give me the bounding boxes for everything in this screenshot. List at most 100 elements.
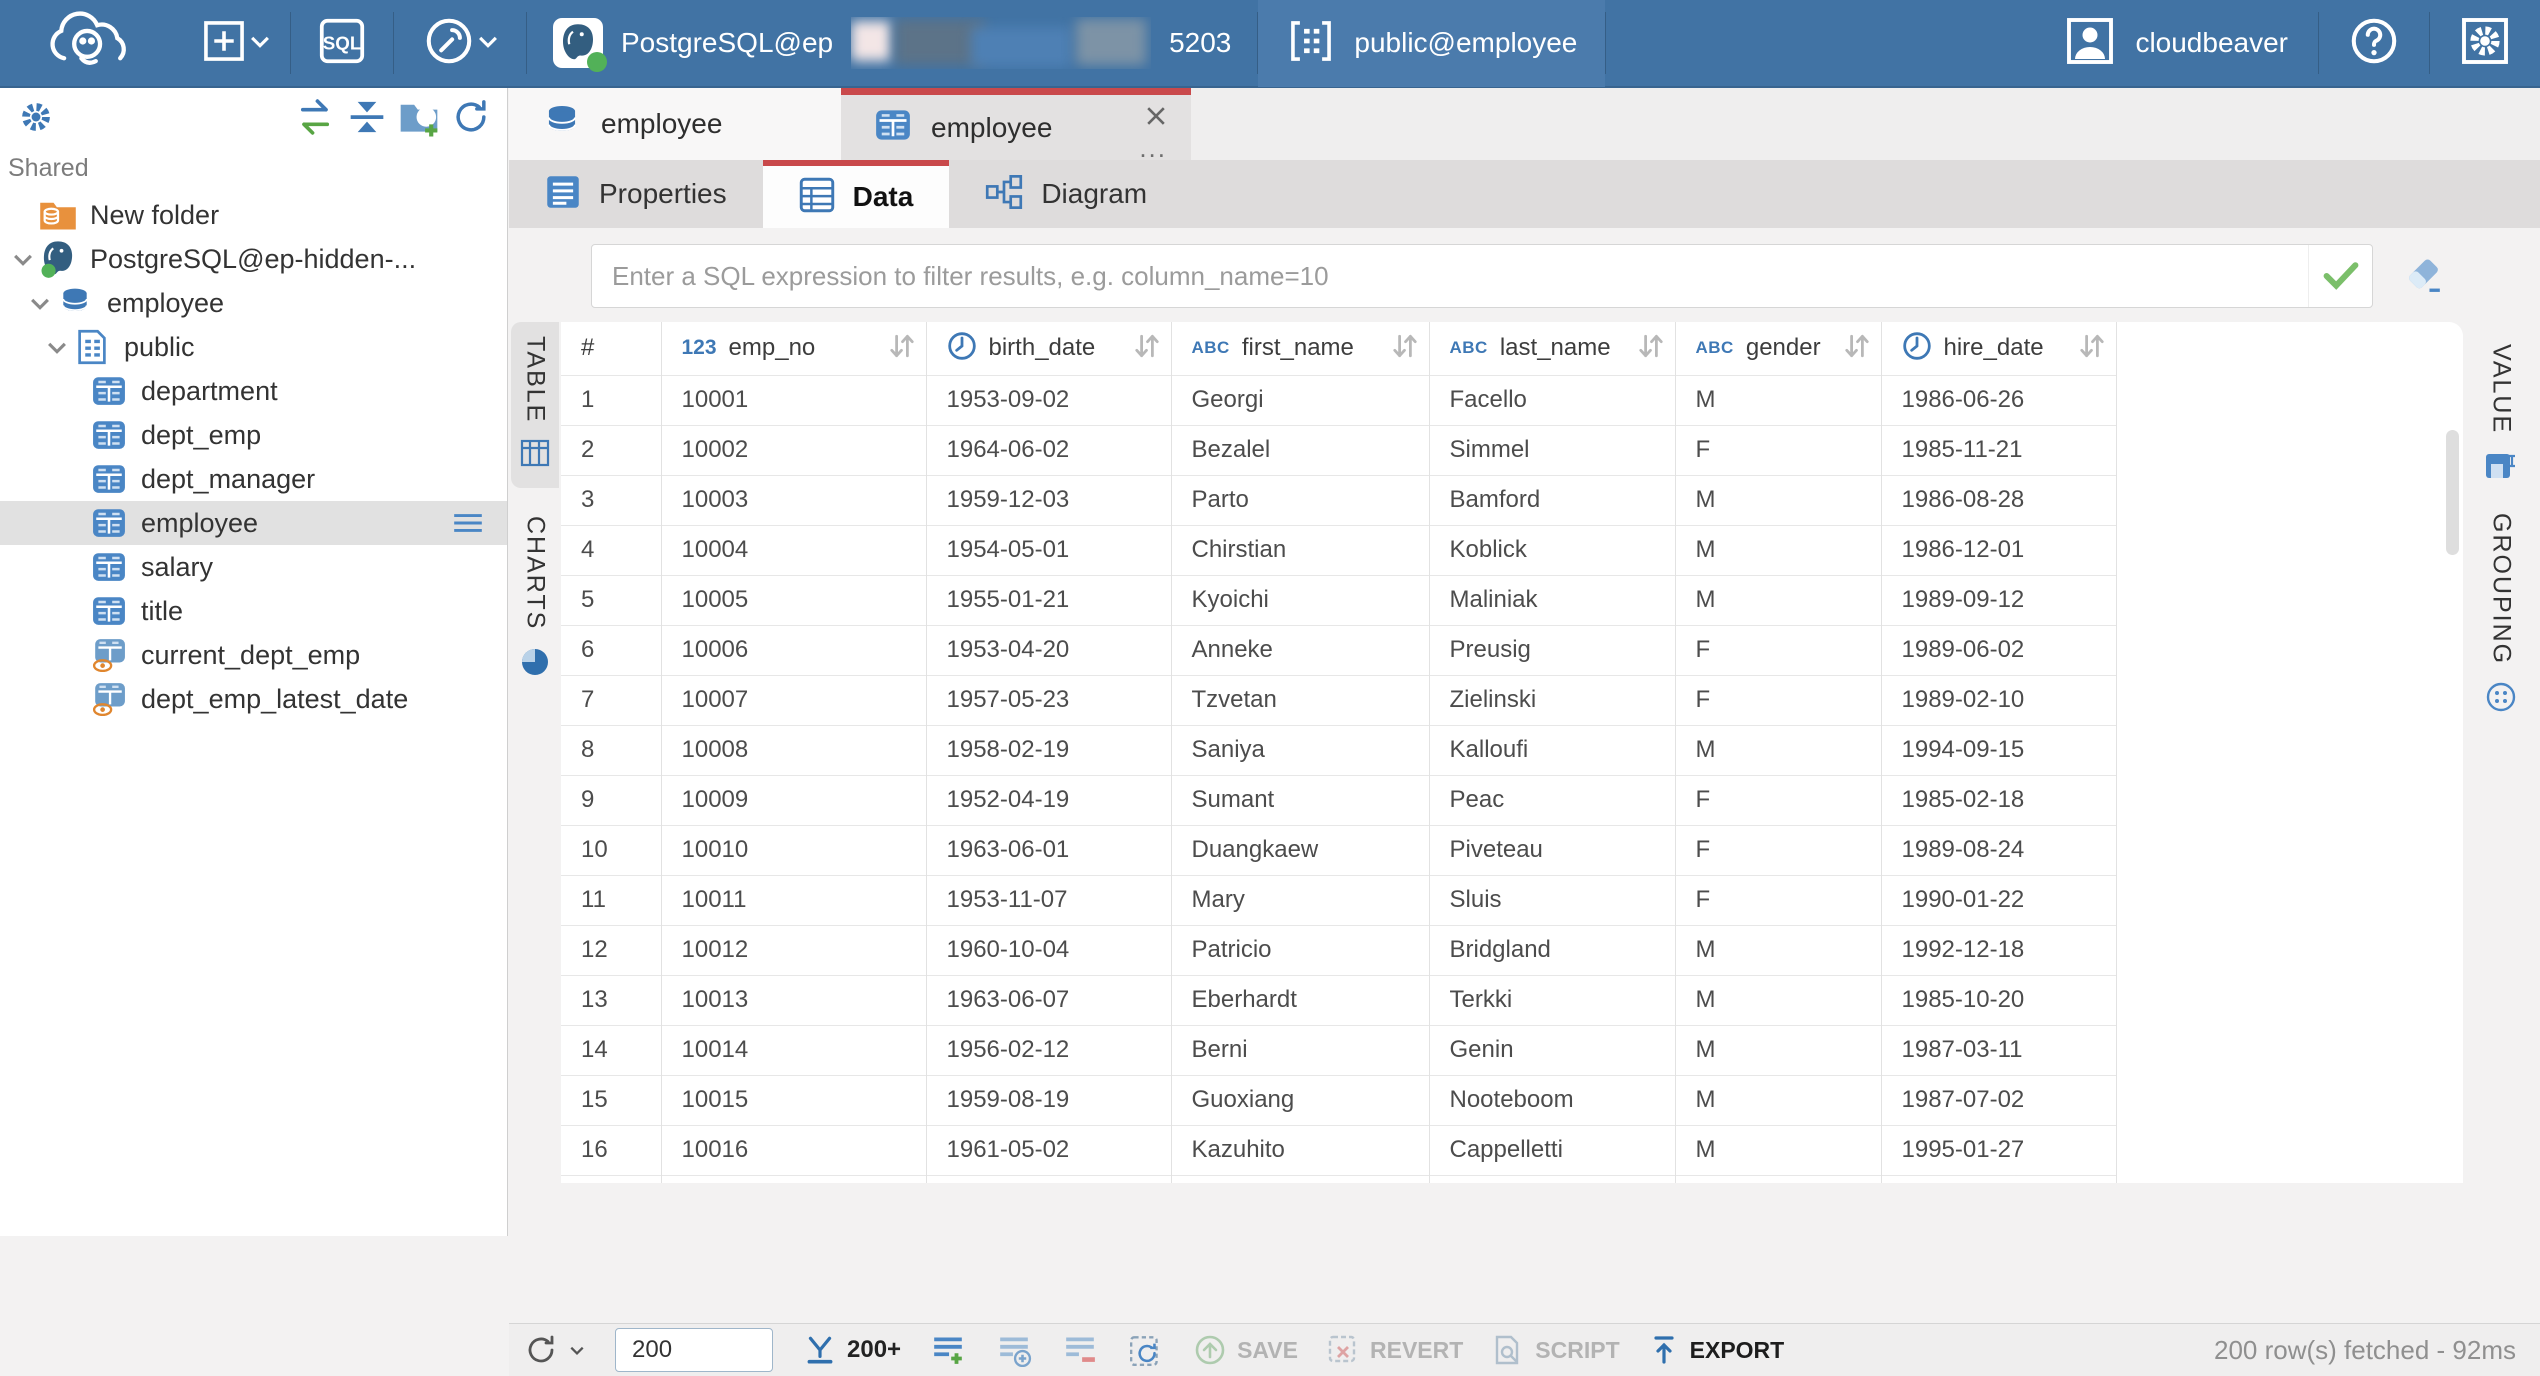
tree-item-salary[interactable]: salary: [0, 545, 507, 589]
cell-hire_date[interactable]: 1989-06-02: [1881, 625, 2116, 675]
cell-first_name[interactable]: Anneke: [1171, 625, 1429, 675]
cell-last_name[interactable]: Zielinski: [1429, 675, 1675, 725]
cell-last_name[interactable]: Bamford: [1429, 475, 1675, 525]
cell-index[interactable]: 11: [561, 875, 661, 925]
cell-index[interactable]: 12: [561, 925, 661, 975]
grid-scrollbar[interactable]: [2446, 430, 2459, 555]
sort-icon[interactable]: [1133, 333, 1161, 364]
cell-emp_no[interactable]: 10002: [661, 425, 926, 475]
tab-employee-connection[interactable]: employee: [509, 88, 841, 160]
expand-chevron-icon[interactable]: [42, 332, 72, 362]
cell-first_name[interactable]: Patricio: [1171, 925, 1429, 975]
cell-first_name[interactable]: Duangkaew: [1171, 825, 1429, 875]
cell-last_name[interactable]: Sluis: [1429, 875, 1675, 925]
cell-index[interactable]: 1: [561, 375, 661, 425]
revert-button[interactable]: REVERT: [1312, 1324, 1477, 1376]
cell-gender[interactable]: F: [1675, 625, 1881, 675]
cell-birth_date[interactable]: 1961-05-02: [926, 1125, 1171, 1175]
cell-last_name[interactable]: Piveteau: [1429, 825, 1675, 875]
cell-gender[interactable]: F: [1675, 425, 1881, 475]
schema-selector[interactable]: public@employee: [1258, 0, 1605, 87]
cell-emp_no[interactable]: 10005: [661, 575, 926, 625]
cell-birth_date[interactable]: 1963-06-07: [926, 975, 1171, 1025]
cell-first_name[interactable]: Eberhardt: [1171, 975, 1429, 1025]
cell-hire_date[interactable]: 1985-10-20: [1881, 975, 2116, 1025]
cell-first_name[interactable]: Guoxiang: [1171, 1075, 1429, 1125]
cell-first_name[interactable]: Chirstian: [1171, 525, 1429, 575]
cell-birth_date[interactable]: 1959-12-03: [926, 475, 1171, 525]
tree-item-current-dept-emp[interactable]: current_dept_emp: [0, 633, 507, 677]
cell-first_name[interactable]: Saniya: [1171, 725, 1429, 775]
tree-item-dept-manager[interactable]: dept_manager: [0, 457, 507, 501]
cell-hire_date[interactable]: 1995-01-27: [1881, 1125, 2116, 1175]
cell-birth_date[interactable]: 1958-02-19: [926, 725, 1171, 775]
cell-emp_no[interactable]: 10014: [661, 1025, 926, 1075]
cell-index[interactable]: 8: [561, 725, 661, 775]
cell-last_name[interactable]: Facello: [1429, 375, 1675, 425]
cell-index[interactable]: 3: [561, 475, 661, 525]
save-button[interactable]: SAVE: [1179, 1324, 1312, 1376]
cell-index[interactable]: 7: [561, 675, 661, 725]
cell-first_name[interactable]: Kazuhito: [1171, 1125, 1429, 1175]
cell-first_name[interactable]: Georgi: [1171, 375, 1429, 425]
cell-index[interactable]: 2: [561, 425, 661, 475]
cell-hire_date[interactable]: 1985-02-18: [1881, 775, 2116, 825]
column-header-hire_date[interactable]: hire_date: [1881, 322, 2116, 375]
cell-first_name[interactable]: Sumant: [1171, 775, 1429, 825]
cell-emp_no[interactable]: 10006: [661, 625, 926, 675]
tab-employee-table[interactable]: employee ...: [841, 88, 1191, 160]
cell-first_name[interactable]: Mary: [1171, 875, 1429, 925]
cell-gender[interactable]: F: [1675, 675, 1881, 725]
script-button[interactable]: SCRIPT: [1477, 1324, 1633, 1376]
cell-gender[interactable]: M: [1675, 725, 1881, 775]
cell-birth_date[interactable]: 1957-05-23: [926, 675, 1171, 725]
cell-birth_date[interactable]: 1953-11-07: [926, 875, 1171, 925]
export-button[interactable]: EXPORT: [1634, 1324, 1799, 1376]
cell-emp_no[interactable]: 10015: [661, 1075, 926, 1125]
column-header-index[interactable]: #: [561, 322, 661, 375]
sidebar-settings-button[interactable]: [10, 93, 62, 141]
help-button[interactable]: [2319, 0, 2429, 87]
column-header-gender[interactable]: ABCgender: [1675, 322, 1881, 375]
cell-hire_date[interactable]: 1994-09-15: [1881, 725, 2116, 775]
cell-index[interactable]: 14: [561, 1025, 661, 1075]
cell-last_name[interactable]: Terkki: [1429, 975, 1675, 1025]
cell-last_name[interactable]: Preusig: [1429, 625, 1675, 675]
tree-item-employee[interactable]: employee: [0, 281, 507, 325]
sort-icon[interactable]: [1391, 333, 1419, 364]
cell-last_name[interactable]: Cappelletti: [1429, 1125, 1675, 1175]
cell-gender[interactable]: F: [1675, 875, 1881, 925]
cell-hire_date[interactable]: 1986-12-01: [1881, 525, 2116, 575]
column-header-first_name[interactable]: ABCfirst_name: [1171, 322, 1429, 375]
active-connection-selector[interactable]: PostgreSQL@ep 5203: [527, 0, 1257, 87]
cell-emp_no[interactable]: 10004: [661, 525, 926, 575]
tree-item-title[interactable]: title: [0, 589, 507, 633]
tree-item-employee[interactable]: employee: [0, 501, 507, 545]
sort-icon[interactable]: [1637, 333, 1665, 364]
tree-item-dept-emp-latest-date[interactable]: dept_emp_latest_date: [0, 677, 507, 721]
tree-item-new-folder[interactable]: New folder: [0, 193, 507, 237]
cell-emp_no[interactable]: 10012: [661, 925, 926, 975]
cell-last_name[interactable]: Bridgland: [1429, 925, 1675, 975]
cell-hire_date[interactable]: 1985-11-21: [1881, 425, 2116, 475]
cell-first_name[interactable]: Bezalel: [1171, 425, 1429, 475]
settings-button[interactable]: [2430, 0, 2540, 87]
cell-birth_date[interactable]: 1952-04-19: [926, 775, 1171, 825]
cell-hire_date[interactable]: 1986-06-26: [1881, 375, 2116, 425]
cell-hire_date[interactable]: 1989-08-24: [1881, 825, 2116, 875]
cell-gender[interactable]: M: [1675, 975, 1881, 1025]
sort-icon[interactable]: [888, 333, 916, 364]
cell-index[interactable]: 15: [561, 1075, 661, 1125]
tab-properties[interactable]: Properties: [509, 160, 763, 228]
add-row-button[interactable]: [915, 1324, 981, 1376]
cell-last_name[interactable]: Koblick: [1429, 525, 1675, 575]
cell-gender[interactable]: M: [1675, 1075, 1881, 1125]
tree-item-menu-icon[interactable]: [451, 508, 485, 543]
sql-editor-button[interactable]: SQL: [291, 0, 393, 87]
cell-birth_date[interactable]: 1953-09-02: [926, 375, 1171, 425]
duplicate-row-button[interactable]: [981, 1324, 1047, 1376]
clear-filter-icon[interactable]: [2395, 250, 2451, 302]
sort-icon[interactable]: [1843, 333, 1871, 364]
cell-index[interactable]: 9: [561, 775, 661, 825]
cell-birth_date[interactable]: 1954-05-01: [926, 525, 1171, 575]
